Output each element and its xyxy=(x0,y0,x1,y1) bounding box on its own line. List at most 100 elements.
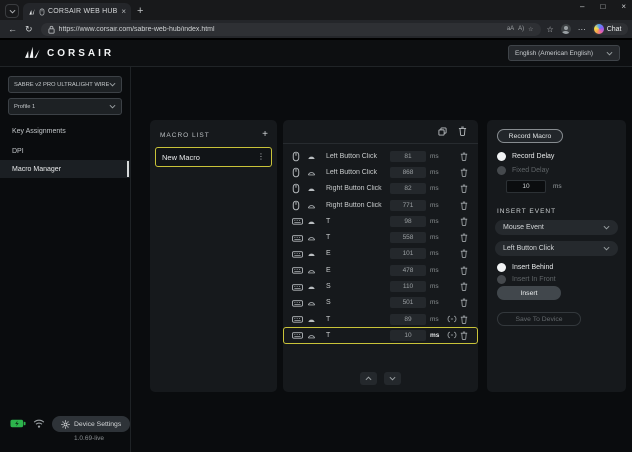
read-aloud-icon[interactable]: A) xyxy=(518,26,524,32)
press-icon xyxy=(307,283,320,290)
unlink-icon[interactable] xyxy=(443,331,460,339)
event-delay-input[interactable]: 868 xyxy=(390,167,426,178)
macro-list-item-selected[interactable]: New Macro ⋮ xyxy=(155,147,272,167)
delete-event-icon[interactable] xyxy=(460,184,470,193)
macro-event-row[interactable]: T 558 ms xyxy=(283,229,478,245)
more-menu-icon[interactable]: ⋯ xyxy=(578,25,586,34)
delete-event-icon[interactable] xyxy=(460,217,470,226)
event-label: E xyxy=(326,267,390,274)
event-type-select[interactable]: Mouse Event xyxy=(495,220,618,235)
tab-search-button[interactable] xyxy=(5,4,19,18)
window-maximize-button[interactable]: □ xyxy=(600,2,605,11)
record-macro-button[interactable]: Record Macro xyxy=(497,129,563,143)
sidebar-item-dpi[interactable]: DPI xyxy=(0,142,130,160)
delete-event-icon[interactable] xyxy=(460,266,470,275)
kebab-menu-icon[interactable]: ⋮ xyxy=(257,153,265,161)
url-input[interactable]: https://www.corsair.com/sabre-web-hub/in… xyxy=(41,23,541,36)
insert-button[interactable]: Insert xyxy=(497,286,561,300)
browser-window: CORSAIR WEB HUB × + – □ × ← ↻ https://ww… xyxy=(0,0,632,452)
device-settings-button[interactable]: Device Settings xyxy=(52,416,130,432)
insert-in-front-radio[interactable]: Insert In Front xyxy=(497,275,556,284)
new-tab-button[interactable]: + xyxy=(137,6,143,17)
event-action-select[interactable]: Left Button Click xyxy=(495,241,618,256)
unlink-icon[interactable] xyxy=(443,315,460,323)
delete-event-icon[interactable] xyxy=(460,298,470,307)
back-button[interactable]: ← xyxy=(8,25,17,34)
browser-tab[interactable]: CORSAIR WEB HUB × xyxy=(23,3,131,20)
sidebar-item-macro-manager[interactable]: Macro Manager xyxy=(0,160,130,178)
device-select[interactable]: SABRE v2 PRO ULTRALIGHT WIRELESS xyxy=(8,76,122,93)
event-delay-input[interactable]: 110 xyxy=(390,281,426,292)
event-delay-input[interactable]: 98 xyxy=(390,216,426,227)
delete-event-icon[interactable] xyxy=(460,233,470,242)
macro-event-row[interactable]: Right Button Click 82 ms xyxy=(283,181,478,197)
scroll-up-button[interactable] xyxy=(360,372,377,385)
macro-event-row[interactable]: S 110 ms xyxy=(283,278,478,294)
event-delay-input[interactable]: 101 xyxy=(390,248,426,259)
macro-events-panel: Left Button Click 81 ms Left Button Clic… xyxy=(283,120,478,392)
corsair-sail-icon xyxy=(28,8,36,16)
window-close-button[interactable]: × xyxy=(621,2,626,11)
event-delay-input[interactable]: 81 xyxy=(390,151,426,162)
refresh-button[interactable]: ↻ xyxy=(25,25,33,34)
macro-event-row[interactable]: E 101 ms xyxy=(283,246,478,262)
sidebar-item-key-assignments[interactable]: Key Assignments xyxy=(0,122,130,140)
insert-behind-radio[interactable]: Insert Behind xyxy=(497,263,553,272)
macro-event-row[interactable]: E 478 ms xyxy=(283,262,478,278)
fixed-delay-radio[interactable]: Fixed Delay xyxy=(497,166,549,175)
event-delay-input[interactable]: 558 xyxy=(390,232,426,243)
macro-event-row[interactable]: T 98 ms xyxy=(283,213,478,229)
delete-event-icon[interactable] xyxy=(460,331,470,340)
event-delay-input[interactable]: 501 xyxy=(390,297,426,308)
delete-event-icon[interactable] xyxy=(460,152,470,161)
macro-event-row[interactable]: Left Button Click 868 ms xyxy=(283,164,478,180)
mouse-icon xyxy=(292,183,304,194)
radio-selected-icon xyxy=(497,152,506,161)
fixed-delay-input[interactable]: 10 xyxy=(506,180,546,193)
mouse-icon xyxy=(292,167,304,178)
duplicate-macro-icon[interactable] xyxy=(438,123,447,141)
delete-event-icon[interactable] xyxy=(460,249,470,258)
address-bar: ← ↻ https://www.corsair.com/sabre-web-hu… xyxy=(0,20,632,38)
delete-event-icon[interactable] xyxy=(460,282,470,291)
event-delay-input[interactable]: 771 xyxy=(390,200,426,211)
translate-icon[interactable]: aA xyxy=(507,26,514,32)
macro-event-row[interactable]: S 501 ms xyxy=(283,295,478,311)
delete-event-icon[interactable] xyxy=(460,315,470,324)
keyboard-icon xyxy=(292,315,304,323)
macro-event-row[interactable]: Right Button Click 771 ms xyxy=(283,197,478,213)
scroll-down-button[interactable] xyxy=(384,372,401,385)
collections-star-icon[interactable]: ☆ xyxy=(547,25,554,34)
event-label: Left Button Click xyxy=(326,153,390,160)
macro-event-row[interactable]: Left Button Click 81 ms xyxy=(283,148,478,164)
release-icon xyxy=(307,299,320,306)
delete-event-icon[interactable] xyxy=(460,201,470,210)
window-minimize-button[interactable]: – xyxy=(580,2,584,11)
copilot-chat-button[interactable]: Chat xyxy=(592,23,628,35)
tab-close-icon[interactable]: × xyxy=(121,8,126,16)
delete-event-icon[interactable] xyxy=(460,168,470,177)
save-to-device-button[interactable]: Save To Device xyxy=(497,312,581,326)
tab-strip: CORSAIR WEB HUB × + – □ × xyxy=(0,0,632,20)
favorite-star-icon[interactable]: ☆ xyxy=(528,26,533,33)
event-delay-input[interactable]: 10 xyxy=(390,330,426,341)
delete-all-events-icon[interactable] xyxy=(458,123,467,141)
event-delay-unit: ms xyxy=(430,234,443,241)
chevron-down-icon xyxy=(109,82,116,87)
event-delay-input[interactable]: 89 xyxy=(390,314,426,325)
profile-avatar[interactable] xyxy=(561,24,571,34)
add-macro-button[interactable]: + xyxy=(262,130,268,140)
keyboard-icon xyxy=(292,250,304,258)
chevron-down-icon xyxy=(109,104,116,109)
event-delay-input[interactable]: 82 xyxy=(390,183,426,194)
profile-select[interactable]: Profile 1 xyxy=(8,98,122,115)
event-delay-input[interactable]: 478 xyxy=(390,265,426,276)
language-select[interactable]: English (American English) xyxy=(508,45,620,61)
macro-event-row[interactable]: T 10 ms xyxy=(283,327,478,343)
event-label: T xyxy=(326,218,390,225)
corsair-logo: CORSAIR xyxy=(24,46,114,60)
macro-event-row[interactable]: T 89 ms xyxy=(283,311,478,327)
event-label: T xyxy=(326,332,390,339)
record-delay-radio[interactable]: Record Delay xyxy=(497,152,554,161)
macro-list-panel: MACRO LIST + New Macro ⋮ xyxy=(150,120,277,392)
